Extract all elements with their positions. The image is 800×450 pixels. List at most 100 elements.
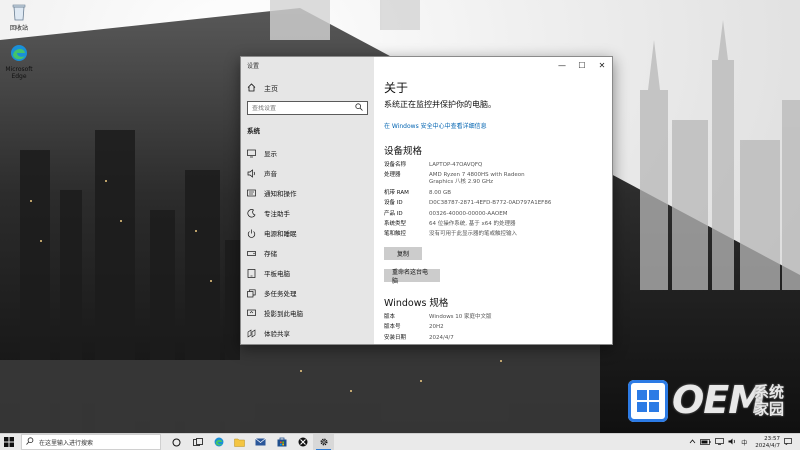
sidebar-home[interactable]: 主页 <box>247 83 278 94</box>
sidebar-item-label: 存储 <box>264 250 277 258</box>
gear-icon <box>320 438 327 446</box>
device-spec-list: 设备名称 LAPTOP-47OAVQFQ 处理器 AMD Ryzen 7 480… <box>384 162 612 242</box>
sidebar-item-label: 平板电脑 <box>264 270 290 278</box>
search-icon <box>26 437 34 447</box>
spec-value: 00326-40000-00000-AAOEM <box>429 210 508 217</box>
sound-icon <box>247 168 256 178</box>
storage-icon <box>247 249 256 258</box>
store-icon <box>277 437 286 447</box>
sidebar-item-display[interactable]: 显示 <box>241 143 374 163</box>
sidebar-item-label: 声音 <box>264 170 277 178</box>
taskbar-clock[interactable]: 23:57 2024/4/7 <box>755 436 780 449</box>
spec-key: 产品 ID <box>384 210 403 217</box>
copy-button[interactable]: 复制 <box>384 247 422 260</box>
taskbar-search-box[interactable]: 在这里输入进行搜索 <box>21 434 161 450</box>
sidebar-section-label: 系统 <box>247 127 260 135</box>
sidebar-item-label: 体验共享 <box>264 330 290 338</box>
sidebar-item-label: 投影到此电脑 <box>264 310 303 318</box>
volume-icon[interactable] <box>728 438 737 447</box>
windows-logo-icon <box>628 380 668 422</box>
xbox-icon <box>298 437 307 447</box>
sidebar-item-shared-experiences[interactable]: 体验共享 <box>241 323 374 343</box>
oem-watermark: OEM 系统家园 <box>628 378 788 424</box>
clock-date: 2024/4/7 <box>755 442 780 449</box>
search-icon <box>355 103 363 113</box>
spec-key: 版本号 <box>384 324 401 331</box>
sidebar-item-power[interactable]: 电源和睡眠 <box>241 223 374 243</box>
spec-value: 没有可用于此显示器的笔或触控输入 <box>429 231 518 238</box>
spec-value: 8.00 GB <box>429 189 452 196</box>
rename-pc-button[interactable]: 重命名这台电脑 <box>384 269 440 285</box>
spec-value: LAPTOP-47OAVQFQ <box>429 162 483 168</box>
caption-buttons: — ☐ ✕ <box>552 57 612 73</box>
spec-row: 系统类型 64 位操作系统, 基于 x64 的处理器 <box>384 220 612 228</box>
home-icon <box>247 83 256 94</box>
spec-row: 处理器 AMD Ryzen 7 4800HS with Radeon Graph… <box>384 172 612 186</box>
window-title: 设置 <box>247 63 260 70</box>
sidebar-item-tablet[interactable]: 平板电脑 <box>241 263 374 283</box>
project-icon <box>247 309 256 318</box>
sidebar-item-storage[interactable]: 存储 <box>241 243 374 263</box>
display-icon <box>247 149 256 158</box>
spec-row: 版本 Windows 10 家庭中文版 <box>384 314 612 321</box>
spec-value: Windows 10 家庭中文版 <box>429 314 492 320</box>
maximize-button[interactable]: ☐ <box>572 57 592 73</box>
spec-row: 笔和触控 没有可用于此显示器的笔或触控输入 <box>384 231 612 238</box>
settings-window: 设置 主页 系统 显示 声音 通知和操作 <box>240 56 613 345</box>
settings-sidebar: 设置 主页 系统 显示 声音 通知和操作 <box>241 57 374 344</box>
spec-key: 系统类型 <box>384 220 407 227</box>
system-tray: 中 23:57 2024/4/7 <box>689 435 792 450</box>
multitasking-icon <box>247 288 256 298</box>
taskbar-cortana[interactable] <box>166 434 187 450</box>
chevron-up-icon[interactable] <box>689 439 696 446</box>
oem-brand-text: OEM <box>672 378 766 422</box>
settings-search-box[interactable] <box>247 101 368 115</box>
spec-key: 机带 RAM <box>384 189 409 196</box>
taskbar-mail[interactable] <box>250 434 271 450</box>
minimize-button[interactable]: — <box>552 57 572 73</box>
spec-row: 版本号 20H2 <box>384 324 612 331</box>
taskbar-xbox[interactable] <box>292 434 313 450</box>
taskbar-settings[interactable] <box>313 434 334 450</box>
sidebar-item-label: 通知和操作 <box>264 190 297 198</box>
edge-shortcut[interactable]: Microsoft Edge <box>2 44 36 80</box>
taskbar-search-placeholder: 在这里输入进行搜索 <box>39 439 94 447</box>
sidebar-item-sound[interactable]: 声音 <box>241 163 374 183</box>
sidebar-item-notifications[interactable]: 通知和操作 <box>241 183 374 203</box>
focus-assist-icon <box>247 208 256 218</box>
battery-icon[interactable] <box>700 438 711 447</box>
notification-center-icon[interactable] <box>784 438 792 447</box>
spec-value: 20H2 <box>429 324 444 331</box>
taskbar-apps <box>166 434 334 450</box>
close-button[interactable]: ✕ <box>592 57 612 73</box>
spec-row: 安装日期 2024/4/7 <box>384 334 612 342</box>
taskbar-store[interactable] <box>271 434 292 450</box>
sidebar-nav: 显示 声音 通知和操作 专注助手 电源和睡眠 存储 平板电脑 多任务处理 投影到… <box>241 143 374 343</box>
spec-row: 设备 ID D0C38787-2871-4EFD-B772-0AD797A1EF… <box>384 200 612 207</box>
network-icon[interactable] <box>715 438 725 447</box>
spec-value: 64 位操作系统, 基于 x64 的处理器 <box>429 220 516 227</box>
spec-value: AMD Ryzen 7 4800HS with Radeon Graphics … <box>429 172 525 186</box>
start-button[interactable] <box>4 437 14 449</box>
sidebar-item-focus-assist[interactable]: 专注助手 <box>241 203 374 223</box>
oem-sub-text: 系统家园 <box>754 383 785 418</box>
taskbar-file-explorer[interactable] <box>229 434 250 450</box>
spec-row: 机带 RAM 8.00 GB <box>384 189 612 197</box>
tablet-icon <box>247 268 256 278</box>
spec-key: 安装日期 <box>384 334 407 341</box>
recycle-bin-shortcut[interactable]: 回收站 <box>2 3 36 32</box>
taskbar-edge[interactable] <box>208 434 229 450</box>
settings-search-input[interactable] <box>252 104 352 112</box>
recycle-bin-icon <box>2 3 36 23</box>
windows-spec-list: 版本 Windows 10 家庭中文版 版本号 20H2 安装日期 2024/4… <box>384 314 612 344</box>
cortana-circle-icon <box>172 438 181 446</box>
spec-key: 处理器 <box>384 172 401 179</box>
windows-start-icon <box>4 437 14 447</box>
task-view-icon <box>192 437 203 446</box>
security-center-link[interactable]: 在 Windows 安全中心中查看详细信息 <box>384 121 487 130</box>
taskbar-task-view[interactable] <box>187 434 208 450</box>
sidebar-item-multitasking[interactable]: 多任务处理 <box>241 283 374 303</box>
input-method-indicator[interactable]: 中 <box>741 438 747 447</box>
sidebar-item-project[interactable]: 投影到此电脑 <box>241 303 374 323</box>
windows-spec-heading: Windows 规格 <box>384 298 449 309</box>
